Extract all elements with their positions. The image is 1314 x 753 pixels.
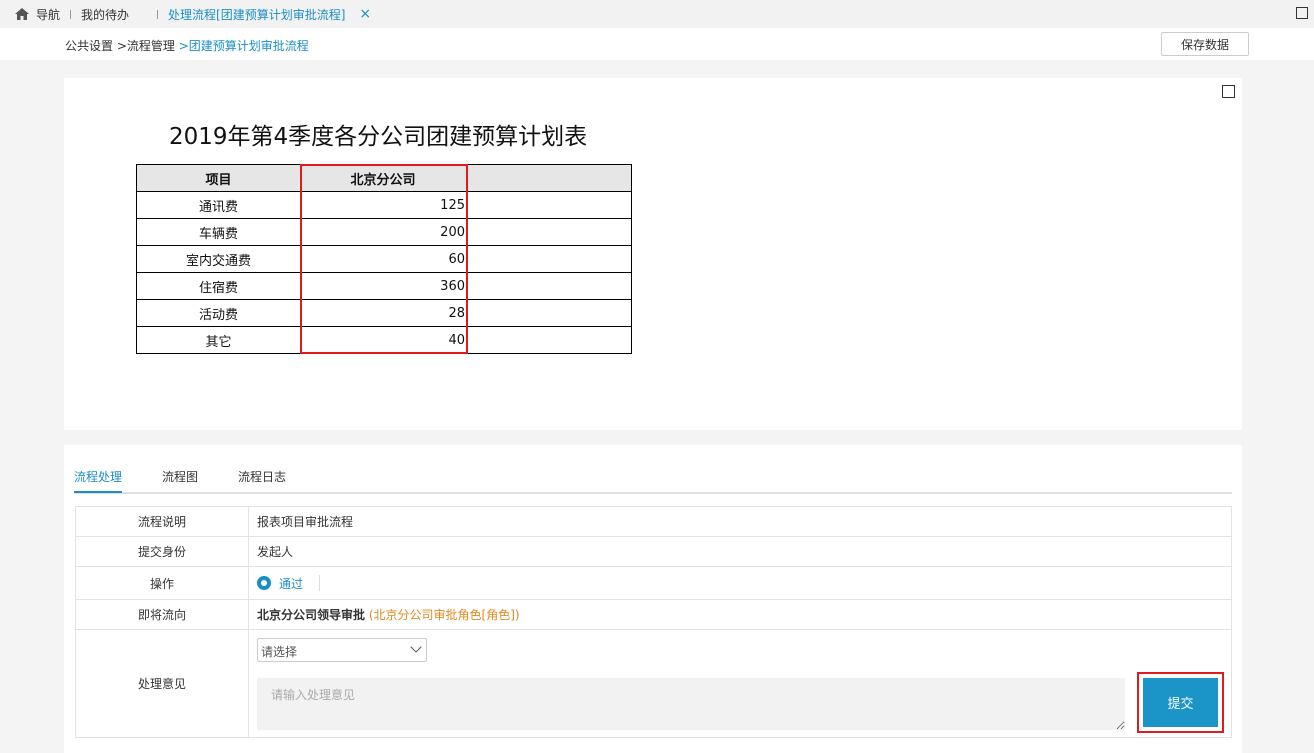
chevron-down-icon [410, 641, 422, 653]
table-row: 活动费 28 [136, 299, 632, 327]
row-value: 60 [300, 245, 468, 273]
row-empty [467, 191, 632, 219]
tab-flow-chart[interactable]: 流程图 [162, 468, 198, 485]
opinion-textarea[interactable] [257, 678, 1125, 730]
breadcrumb-flow-management[interactable]: 流程管理 [127, 39, 175, 53]
next-cell: 北京分公司领导审批 (北京分公司审批角色[角色]) [248, 599, 1232, 630]
table-row: 住宿费 360 [136, 272, 632, 300]
maximize-icon[interactable] [1296, 7, 1308, 19]
breadcrumb-separator: > [174, 39, 189, 53]
identity-label: 提交身份 [75, 536, 249, 567]
row-item: 活动费 [136, 299, 301, 327]
row-empty [467, 245, 632, 273]
opinion-select[interactable]: 请选择 [257, 638, 427, 662]
header-empty [467, 164, 632, 192]
breadcrumb-separator: > [113, 39, 127, 53]
home-icon [15, 8, 29, 20]
submit-button[interactable]: 提交 [1143, 678, 1218, 727]
row-value: 200 [300, 218, 468, 246]
form-row: 处理意见 请选择 [75, 629, 1232, 738]
submit-highlight-box: 提交 [1137, 672, 1224, 733]
approve-radio[interactable] [257, 576, 271, 590]
row-value: 28 [300, 299, 468, 327]
row-empty [467, 272, 632, 300]
row-empty [467, 299, 632, 327]
select-value: 请选择 [261, 645, 298, 659]
budget-table: 项目 北京分公司 通讯费 125 车辆费 200 室内交通费 60 住宿费 360 活动… [136, 164, 632, 354]
row-item: 室内交通费 [136, 245, 301, 273]
action-cell: 通过 [248, 566, 1232, 600]
report-panel: 2019年第4季度各分公司团建预算计划表 项目 北京分公司 通讯费 125 车辆费… [64, 78, 1242, 430]
opinion-cell: 请选择 [248, 629, 1232, 738]
save-data-button[interactable]: 保存数据 [1161, 32, 1249, 56]
close-tab-icon[interactable]: × [359, 6, 371, 22]
table-row: 通讯费 125 [136, 191, 632, 219]
row-value: 360 [300, 272, 468, 300]
row-value: 125 [300, 191, 468, 219]
row-item: 其它 [136, 326, 301, 354]
tab-divider [157, 9, 159, 19]
breadcrumb-current: 团建预算计划审批流程 [188, 39, 309, 53]
breadcrumb-bar: 公共设置 >流程管理 >团建预算计划审批流程 保存数据 [0, 28, 1314, 60]
action-label: 操作 [75, 566, 249, 600]
tab-my-todo[interactable]: 我的待办 [81, 6, 129, 23]
form-row: 即将流向 北京分公司领导审批 (北京分公司审批角色[角色]) [75, 599, 1232, 630]
next-role: (北京分公司审批角色[角色]) [368, 608, 520, 622]
desc-label: 流程说明 [75, 506, 249, 537]
row-empty [467, 326, 632, 354]
active-tab-indicator [74, 491, 122, 493]
table-row: 车辆费 200 [136, 218, 632, 246]
approve-radio-label[interactable]: 通过 [279, 577, 303, 591]
desc-value: 报表项目审批流程 [248, 506, 1232, 537]
tab-process-flow[interactable]: 处理流程[团建预算计划审批流程] [168, 6, 345, 23]
table-header-row: 项目 北京分公司 [136, 164, 632, 192]
row-item: 通讯费 [136, 191, 301, 219]
header-beijing: 北京分公司 [300, 164, 468, 192]
breadcrumb-public-settings[interactable]: 公共设置 [65, 39, 113, 53]
breadcrumb: 公共设置 >流程管理 >团建预算计划审批流程 [65, 37, 309, 54]
top-tab-bar: 导航 我的待办 处理流程[团建预算计划审批流程] × [0, 0, 1314, 28]
next-node: 北京分公司领导审批 [257, 608, 366, 622]
tab-divider [70, 9, 72, 19]
tab-flow-log[interactable]: 流程日志 [238, 468, 286, 485]
identity-value: 发起人 [248, 536, 1232, 567]
header-item: 项目 [136, 164, 301, 192]
process-tabs: 流程处理 流程图 流程日志 [74, 445, 1232, 494]
row-item: 车辆费 [136, 218, 301, 246]
next-label: 即将流向 [75, 599, 249, 630]
process-panel: 流程处理 流程图 流程日志 流程说明 报表项目审批流程 提交身份 发起人 操作 … [64, 445, 1242, 753]
nav-button[interactable]: 导航 [14, 6, 60, 23]
divider [319, 575, 321, 591]
row-empty [467, 218, 632, 246]
tab-process-handle[interactable]: 流程处理 [74, 468, 122, 485]
row-item: 住宿费 [136, 272, 301, 300]
table-row: 其它 40 [136, 326, 632, 354]
form-row: 操作 通过 [75, 566, 1232, 600]
form-row: 流程说明 报表项目审批流程 [75, 506, 1232, 537]
nav-label: 导航 [36, 7, 61, 22]
report-title: 2019年第4季度各分公司团建预算计划表 [169, 124, 588, 150]
process-form: 流程说明 报表项目审批流程 提交身份 发起人 操作 通过 即将流向 北京分公司领… [75, 506, 1232, 738]
opinion-label: 处理意见 [75, 629, 249, 738]
table-row: 室内交通费 60 [136, 245, 632, 273]
form-row: 提交身份 发起人 [75, 536, 1232, 567]
row-value: 40 [300, 326, 468, 354]
fullscreen-icon[interactable] [1222, 85, 1235, 98]
